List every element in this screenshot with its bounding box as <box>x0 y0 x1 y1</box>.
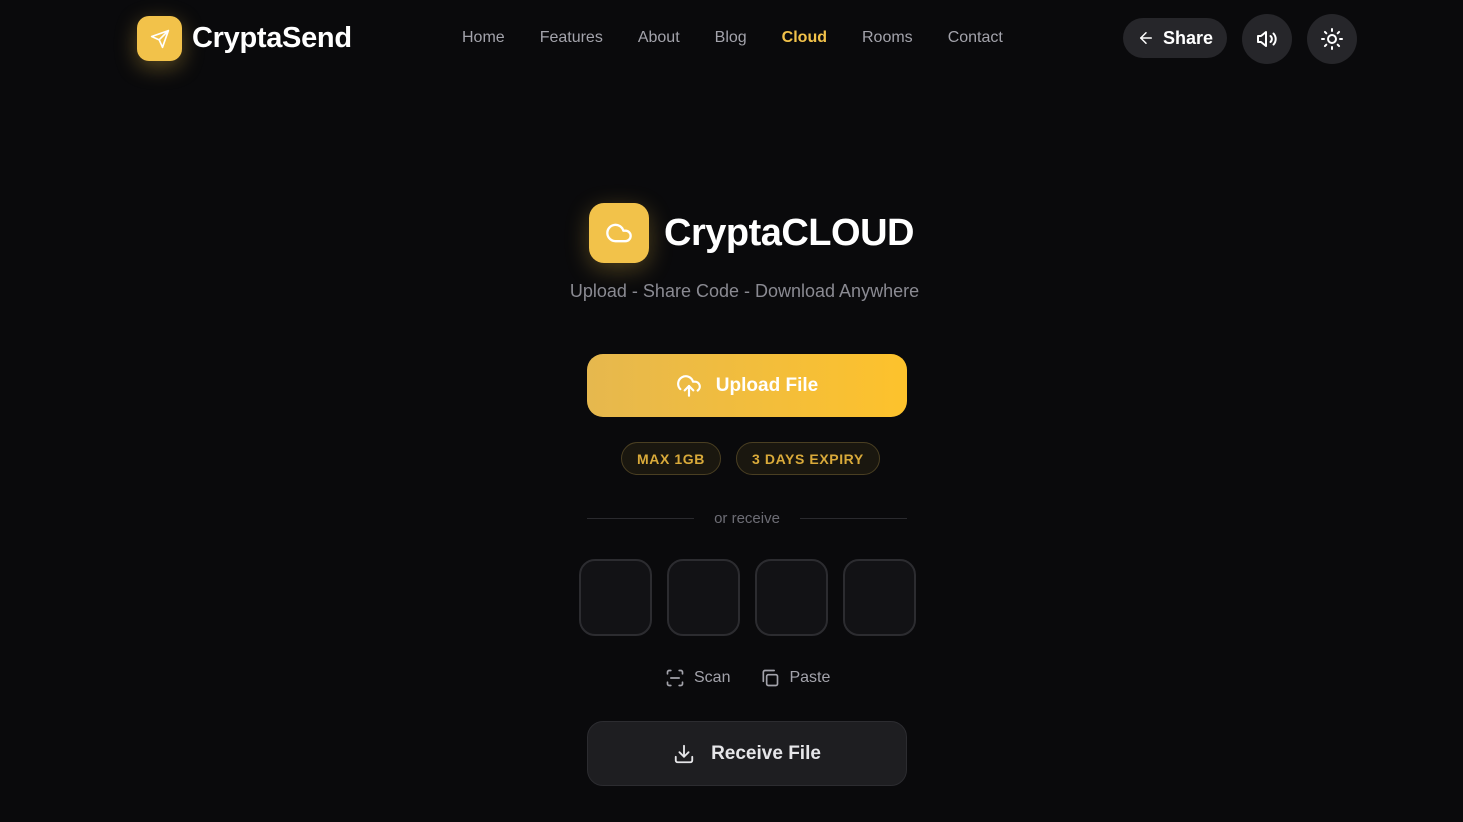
copy-icon <box>760 668 780 688</box>
nav-about[interactable]: About <box>638 29 680 47</box>
share-label: Share <box>1162 27 1214 48</box>
receive-file-button[interactable]: Receive File <box>587 721 907 786</box>
divider-line-right <box>799 517 908 519</box>
upload-file-label: Upload File <box>715 374 819 396</box>
page-title: CryptaCLOUD <box>664 211 914 254</box>
sun-icon <box>1320 27 1344 51</box>
paper-plane-icon <box>150 29 170 49</box>
page: CryptaSend Home Features About Blog Clou… <box>0 0 1463 822</box>
brand-logo[interactable]: CryptaSend <box>137 16 352 61</box>
or-receive-divider: or receive <box>587 508 908 528</box>
main-nav: Home Features About Blog Cloud Rooms Con… <box>462 29 1003 47</box>
hero-subtitle: Upload - Share Code - Download Anywhere <box>0 281 1463 302</box>
nav-home[interactable]: Home <box>462 29 505 47</box>
divider-line-left <box>587 517 695 519</box>
max-size-badge: MAX 1GB <box>621 442 721 475</box>
logo-badge <box>137 16 182 61</box>
code-digit-3[interactable] <box>755 559 828 636</box>
limits-tags: MAX 1GB 3 DAYS EXPIRY <box>621 442 880 475</box>
hero-title-row: CryptaCLOUD <box>589 203 914 263</box>
arrow-left-icon <box>1137 29 1155 47</box>
scan-icon <box>665 668 685 688</box>
code-digit-2[interactable] <box>667 559 740 636</box>
share-code-inputs <box>579 559 916 636</box>
nav-contact[interactable]: Contact <box>948 29 1003 47</box>
download-icon <box>673 743 695 765</box>
cloud-upload-icon <box>676 373 702 399</box>
paste-button[interactable]: Paste <box>760 668 830 688</box>
brand-name: CryptaSend <box>192 22 352 54</box>
cloud-badge <box>589 203 649 263</box>
paste-label: Paste <box>789 669 831 686</box>
header: CryptaSend Home Features About Blog Clou… <box>0 0 1463 78</box>
theme-toggle-button[interactable] <box>1307 14 1357 64</box>
nav-features[interactable]: Features <box>540 29 603 47</box>
scan-button[interactable]: Scan <box>665 668 730 688</box>
sound-toggle-button[interactable] <box>1242 14 1292 64</box>
upload-file-button[interactable]: Upload File <box>587 354 907 417</box>
nav-blog[interactable]: Blog <box>715 29 747 47</box>
scan-label: Scan <box>694 669 731 686</box>
code-digit-4[interactable] <box>843 559 916 636</box>
nav-cloud[interactable]: Cloud <box>782 29 827 47</box>
hero-subtitle-text: Upload - Share Code - Download Anywhere <box>569 281 920 301</box>
share-button[interactable]: Share <box>1123 18 1227 58</box>
cloud-icon <box>605 219 633 247</box>
nav-rooms[interactable]: Rooms <box>862 29 913 47</box>
receive-file-label: Receive File <box>711 742 821 764</box>
expiry-badge: 3 DAYS EXPIRY <box>736 442 880 475</box>
speaker-icon <box>1255 27 1279 51</box>
divider-text: or receive <box>714 509 780 527</box>
code-digit-1[interactable] <box>579 559 652 636</box>
code-actions: Scan Paste <box>665 668 830 688</box>
